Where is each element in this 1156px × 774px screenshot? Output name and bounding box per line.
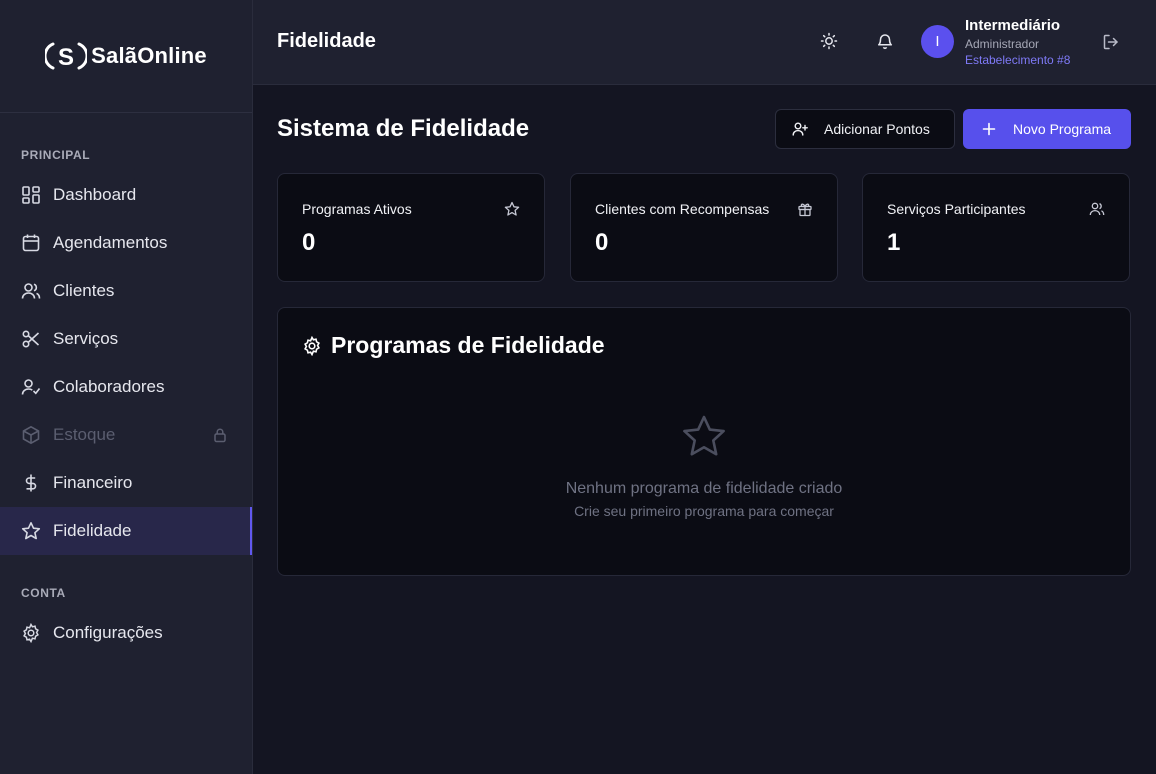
user-name: Intermediário (965, 17, 1061, 34)
sidebar-item-agendamentos[interactable]: Agendamentos (0, 219, 252, 267)
sidebar-item-label: Agendamentos (53, 233, 168, 252)
stat-value: 0 (595, 229, 609, 256)
empty-state-subtitle: Crie seu primeiro programa para começar (574, 503, 834, 519)
page-header-title: Fidelidade (277, 30, 376, 52)
sidebar-item-label: Configurações (53, 623, 163, 642)
avatar[interactable]: I (921, 25, 954, 58)
bell-icon[interactable] (876, 32, 894, 50)
sun-icon[interactable] (820, 32, 838, 50)
sidebar-item-label: Dashboard (53, 185, 137, 204)
sidebar-item-colaboradores[interactable]: Colaboradores (0, 363, 252, 411)
stat-label: Programas Ativos (302, 201, 412, 217)
brand-logo[interactable]: S SalãOnline (0, 0, 252, 113)
calendar-icon (21, 233, 41, 253)
sidebar-item-financeiro[interactable]: Financeiro (0, 459, 252, 507)
sidebar-item-label: Fidelidade (53, 521, 132, 540)
nav-section-principal: PRINCIPAL (21, 148, 91, 162)
empty-state-title: Nenhum programa de fidelidade criado (565, 480, 843, 497)
dollar-icon (21, 473, 41, 493)
logo-mark-icon: S (45, 38, 88, 74)
sidebar-item-label: Estoque (53, 425, 116, 444)
stat-value: 1 (887, 229, 901, 256)
sidebar-item-clientes[interactable]: Clientes (0, 267, 252, 315)
empty-star-icon (680, 413, 728, 461)
sidebar-item-configuracoes[interactable]: Configurações (0, 609, 252, 657)
user-role: Administrador (965, 37, 1040, 51)
svg-text:S: S (58, 44, 74, 71)
stat-value: 0 (302, 229, 316, 256)
add-points-button[interactable]: Adicionar Pontos (775, 109, 955, 149)
star-icon (21, 521, 41, 541)
loyalty-programs-panel: Programas de Fidelidade Nenhum programa … (277, 307, 1131, 576)
dashboard-icon (21, 185, 41, 205)
user-check-icon (21, 377, 41, 397)
page-title: Sistema de Fidelidade (277, 115, 530, 142)
panel-header: Programas de Fidelidade (302, 332, 605, 359)
brand-name: SalãOnline (91, 43, 207, 68)
gear-icon (302, 335, 322, 356)
user-establishment[interactable]: Estabelecimento #8 (965, 53, 1070, 67)
sidebar-item-label: Colaboradores (53, 377, 165, 396)
stat-label: Serviços Participantes (887, 201, 1026, 217)
sidebar-item-label: Serviços (53, 329, 119, 348)
gear-icon (21, 623, 41, 643)
sidebar-item-servicos[interactable]: Serviços (0, 315, 252, 363)
add-points-label: Adicionar Pontos (824, 121, 930, 137)
stat-card-participating-services: Serviços Participantes 1 (862, 173, 1130, 282)
users-icon (1089, 201, 1105, 217)
sidebar-item-label: Clientes (53, 281, 115, 300)
sidebar-item-fidelidade[interactable]: Fidelidade (0, 507, 252, 555)
users-icon (21, 281, 41, 301)
user-plus-icon (792, 121, 808, 137)
logout-icon[interactable] (1102, 33, 1120, 51)
sidebar-item-label: Financeiro (53, 473, 133, 492)
topbar: Fidelidade I Intermediário Administrador… (253, 0, 1156, 85)
main-content: Sistema de Fidelidade Adicionar Pontos N… (253, 85, 1156, 774)
new-program-button[interactable]: Novo Programa (963, 109, 1131, 149)
sidebar: S SalãOnline PRINCIPAL Dashboard Agendam… (0, 0, 253, 774)
plus-icon (981, 121, 997, 137)
stat-card-active-programs: Programas Ativos 0 (277, 173, 545, 282)
sidebar-item-estoque: Estoque (0, 411, 252, 459)
lock-icon (212, 427, 228, 443)
stat-label: Clientes com Recompensas (595, 201, 770, 217)
scissors-icon (21, 329, 41, 349)
stat-card-clients-rewards: Clientes com Recompensas 0 (570, 173, 838, 282)
nav-section-conta: CONTA (21, 586, 66, 600)
star-icon (504, 201, 520, 217)
package-icon (21, 425, 41, 445)
new-program-label: Novo Programa (1013, 121, 1112, 137)
gift-icon (797, 201, 813, 217)
panel-title: Programas de Fidelidade (331, 332, 605, 358)
sidebar-item-dashboard[interactable]: Dashboard (0, 171, 252, 219)
